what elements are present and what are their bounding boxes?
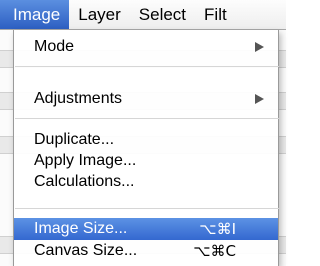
menu-item-canvas-size-shortcut: ⌥⌘C (193, 242, 236, 260)
menu-separator (15, 66, 279, 67)
menu-item-adjustments[interactable]: Adjustments (14, 88, 278, 110)
menubar-select[interactable]: Select (130, 0, 195, 29)
menubar-layer[interactable]: Layer (69, 0, 130, 29)
menu-item-duplicate[interactable]: Duplicate... (14, 129, 278, 151)
menu-item-calculations-label: Calculations... (34, 173, 135, 190)
submenu-arrow-icon (255, 94, 264, 104)
menubar-image[interactable]: Image (0, 0, 70, 29)
menu-bar: Image Layer Select Filt (0, 0, 286, 30)
menu-item-calculations[interactable]: Calculations... (14, 171, 278, 193)
submenu-arrow-icon (255, 42, 264, 52)
menu-item-canvas-size[interactable]: Canvas Size... ⌥⌘C (14, 240, 278, 262)
menu-item-apply-image[interactable]: Apply Image... (14, 150, 278, 172)
menu-item-mode-label: Mode (34, 38, 75, 55)
menu-item-mode[interactable]: Mode (14, 36, 278, 58)
menu-item-image-size[interactable]: Image Size... ⌥⌘I (14, 218, 278, 240)
menu-item-apply-image-label: Apply Image... (34, 152, 137, 169)
menu-item-image-size-shortcut: ⌥⌘I (199, 220, 236, 238)
menu-separator (15, 118, 279, 119)
image-menu-dropdown: Mode Adjustments Duplicate... Apply Imag… (13, 30, 279, 266)
menu-separator (15, 208, 279, 209)
menu-item-canvas-size-label: Canvas Size... (34, 242, 138, 259)
menu-item-adjustments-label: Adjustments (34, 90, 123, 107)
menu-item-image-size-label: Image Size... (34, 220, 128, 237)
menubar-filter[interactable]: Filt (195, 0, 236, 29)
menu-item-duplicate-label: Duplicate... (34, 131, 115, 148)
